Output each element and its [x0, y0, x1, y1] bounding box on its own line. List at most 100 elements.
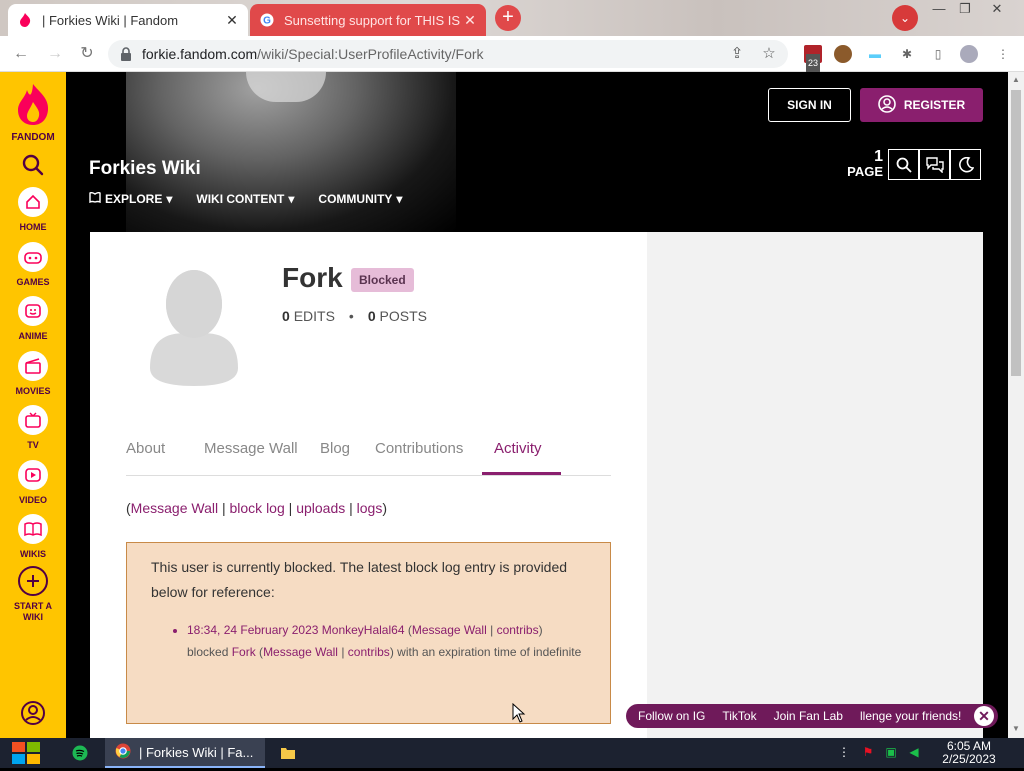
link-block-log[interactable]: block log — [230, 500, 285, 516]
flag-extension-icon[interactable]: ▬ — [866, 45, 884, 63]
rail-item-tv[interactable]: TV — [0, 405, 66, 451]
taskbar-clock[interactable]: 6:05 AM 2/25/2023 — [934, 740, 1004, 766]
reload-icon[interactable]: ↻ — [76, 43, 98, 65]
fandom-logo-text[interactable]: FANDOM — [0, 132, 66, 143]
block-entry-admin[interactable]: MonkeyHalal64 — [322, 623, 405, 637]
target-contribs-link[interactable]: contribs — [348, 645, 390, 659]
share-icon[interactable]: ⇪ — [728, 45, 746, 63]
close-tab-icon[interactable]: ✕ — [222, 12, 242, 29]
admin-message-wall-link[interactable]: Message Wall — [412, 623, 487, 637]
discussions-button[interactable] — [919, 149, 950, 180]
user-tool-links: (Message Wall | block log | uploads | lo… — [126, 500, 388, 516]
block-log-list: 18:34, 24 February 2023 MonkeyHalal64 (M… — [151, 619, 586, 663]
promo-item[interactable]: Join Fan Lab — [774, 709, 843, 723]
link-message-wall[interactable]: Message Wall — [131, 500, 218, 516]
tab-message-wall[interactable]: Message Wall — [204, 440, 298, 457]
svg-text:G: G — [263, 16, 271, 27]
posts-stat[interactable]: 0 POSTS — [368, 308, 427, 324]
play-icon — [18, 460, 48, 490]
nav-community[interactable]: COMMUNITY ▾ — [318, 192, 402, 206]
register-button[interactable]: REGISTER — [860, 88, 983, 122]
new-tab-button[interactable]: + — [495, 5, 521, 31]
promo-item[interactable]: Follow on IG — [638, 709, 705, 723]
browser-tab-bar: | Forkies Wiki | Fandom ✕ G Sunsetting s… — [0, 0, 1024, 36]
wiki-search-button[interactable] — [888, 149, 919, 180]
scroll-up-icon[interactable]: ▲ — [1011, 75, 1021, 85]
chevron-down-icon: ▾ — [396, 192, 403, 206]
volume-icon[interactable]: ◀ — [906, 744, 922, 760]
wiki-title[interactable]: Forkies Wiki — [89, 158, 201, 180]
blocked-user-link[interactable]: Fork — [232, 645, 256, 659]
tab-about[interactable]: About — [126, 440, 165, 457]
chrome-icon — [115, 743, 131, 762]
fandom-logo-icon[interactable] — [15, 82, 51, 126]
lock-icon[interactable] — [120, 47, 132, 61]
tab-contributions[interactable]: Contributions — [375, 440, 463, 457]
user-circle-icon — [878, 94, 896, 116]
rail-item-video[interactable]: VIDEO — [0, 460, 66, 506]
puzzle-icon[interactable]: ✱ — [898, 45, 916, 63]
extension-icon[interactable]: 23 — [804, 45, 822, 72]
block-notice-message: This user is currently blocked. The late… — [151, 559, 568, 600]
browser-tab-fandom[interactable]: | Forkies Wiki | Fandom ✕ — [8, 4, 248, 36]
spotify-taskbar-icon[interactable] — [72, 738, 94, 768]
user-account-icon[interactable] — [20, 700, 46, 726]
edits-stat[interactable]: 0 EDITS — [282, 308, 335, 324]
nav-wiki-content[interactable]: WIKI CONTENT ▾ — [196, 192, 294, 206]
link-logs[interactable]: logs — [357, 500, 383, 516]
block-entry-time[interactable]: 18:34, 24 February 2023 — [187, 623, 318, 637]
promo-banner: Follow on IG TikTok Join Fan Lab llenge … — [626, 704, 998, 728]
close-window-icon[interactable]: ✕ — [986, 2, 1008, 18]
chrome-taskbar-button[interactable]: | Forkies Wiki | Fa... — [105, 738, 265, 768]
sign-in-button[interactable]: SIGN IN — [768, 88, 851, 122]
address-bar[interactable]: forkie.fandom.com/wiki/Special:UserProfi… — [108, 40, 788, 68]
sidepanel-icon[interactable]: ▯ — [929, 45, 947, 63]
profile-extension-icon[interactable] — [834, 45, 852, 63]
account-icon[interactable] — [960, 45, 978, 63]
tray-overflow-icon[interactable]: ⋮ — [836, 744, 852, 760]
forward-icon[interactable]: → — [44, 43, 66, 65]
search-icon — [896, 157, 912, 173]
link-uploads[interactable]: uploads — [296, 500, 345, 516]
admin-contribs-link[interactable]: contribs — [497, 623, 539, 637]
close-promo-icon[interactable]: ✕ — [974, 706, 994, 726]
clapperboard-icon — [18, 351, 48, 381]
back-icon[interactable]: ← — [10, 43, 32, 65]
minimize-icon[interactable]: — — [928, 2, 950, 18]
rail-item-movies[interactable]: MOVIES — [0, 351, 66, 397]
block-notice: This user is currently blocked. The late… — [126, 542, 611, 724]
chrome-window-title: | Forkies Wiki | Fa... — [139, 744, 254, 760]
tab-activity[interactable]: Activity — [494, 440, 542, 457]
menu-dots-icon[interactable]: ⋮ — [994, 45, 1012, 63]
mouse-cursor-icon — [512, 702, 526, 723]
chat-bubbles-icon — [925, 156, 944, 173]
bookmark-star-icon[interactable]: ☆ — [760, 45, 778, 63]
network-icon[interactable]: ▣ — [883, 744, 899, 760]
rail-item-home[interactable]: HOME — [0, 187, 66, 233]
scrollbar-thumb[interactable] — [1011, 90, 1021, 376]
scroll-down-icon[interactable]: ▼ — [1011, 724, 1021, 734]
page-scrollbar[interactable]: ▲ ▼ — [1008, 72, 1024, 738]
browser-tab-google[interactable]: G Sunsetting support for THIS IS ✕ — [250, 4, 486, 36]
windows-start-icon[interactable] — [10, 740, 42, 766]
close-tab-icon[interactable]: ✕ — [460, 12, 480, 29]
promo-item[interactable]: TikTok — [722, 709, 756, 723]
restore-icon[interactable]: ❐ — [954, 2, 976, 18]
file-explorer-icon[interactable] — [280, 738, 302, 768]
rail-item-wikis[interactable]: WIKIS — [0, 514, 66, 560]
tab-search-button[interactable]: ⌄ — [892, 5, 918, 31]
rail-item-anime[interactable]: ANIME — [0, 296, 66, 342]
explore-icon — [89, 191, 101, 206]
search-icon[interactable] — [22, 154, 44, 176]
theme-toggle-button[interactable] — [950, 149, 981, 180]
promo-item[interactable]: llenge your friends! — [860, 709, 961, 723]
profile-content: Fork Blocked 0 EDITS • 0 POSTS About Mes… — [90, 232, 647, 738]
rail-item-start-a-wiki[interactable]: START A WIKI — [0, 566, 66, 623]
rail-item-games[interactable]: GAMES — [0, 242, 66, 288]
user-avatar[interactable] — [146, 262, 242, 386]
google-favicon-icon: G — [260, 13, 274, 27]
action-flag-icon[interactable]: ⚑ — [860, 744, 876, 760]
target-message-wall-link[interactable]: Message Wall — [263, 645, 338, 659]
nav-explore[interactable]: EXPLORE ▾ — [89, 191, 172, 206]
tab-blog[interactable]: Blog — [320, 440, 350, 457]
